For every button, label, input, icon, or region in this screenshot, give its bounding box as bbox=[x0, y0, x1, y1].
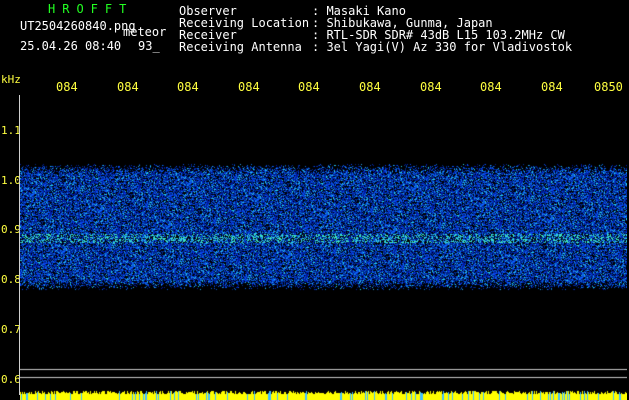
x-tick-7: 084 bbox=[420, 80, 442, 94]
y-tick-0-9: 0.9 bbox=[1, 223, 21, 236]
x-tick-4: 084 bbox=[238, 80, 260, 94]
y-tick-0-6: 0.6 bbox=[1, 373, 21, 386]
x-tick-8: 084 bbox=[480, 80, 502, 94]
x-tick-3: 084 bbox=[177, 80, 199, 94]
y-axis-unit: kHz bbox=[1, 73, 21, 86]
hrofft-logo: HROFFT bbox=[48, 2, 134, 16]
x-tick-9: 084 bbox=[541, 80, 563, 94]
y-tick-1-0: 1.0 bbox=[1, 174, 21, 187]
spectrogram-plot bbox=[20, 93, 627, 400]
meteor-count: 93_ bbox=[138, 39, 160, 53]
image-filename: UT2504260840.png bbox=[20, 19, 136, 33]
y-tick-0-7: 0.7 bbox=[1, 323, 21, 336]
meteor-label: meteor bbox=[123, 25, 167, 39]
info-antenna-label: Receiving Antenna bbox=[179, 40, 302, 54]
y-tick-0-8: 0.8 bbox=[1, 273, 21, 286]
observation-datetime: 25.04.26 08:40 bbox=[20, 39, 122, 53]
x-tick-5: 084 bbox=[298, 80, 320, 94]
x-tick-6: 084 bbox=[359, 80, 381, 94]
info-antenna-value: : 3el Yagi(V) Az 330 for Vladivostok bbox=[312, 40, 573, 54]
x-tick-1: 084 bbox=[56, 80, 78, 94]
x-tick-10: 0850 bbox=[594, 80, 623, 94]
y-tick-1-1: 1.1 bbox=[1, 124, 21, 137]
x-tick-2: 084 bbox=[117, 80, 139, 94]
